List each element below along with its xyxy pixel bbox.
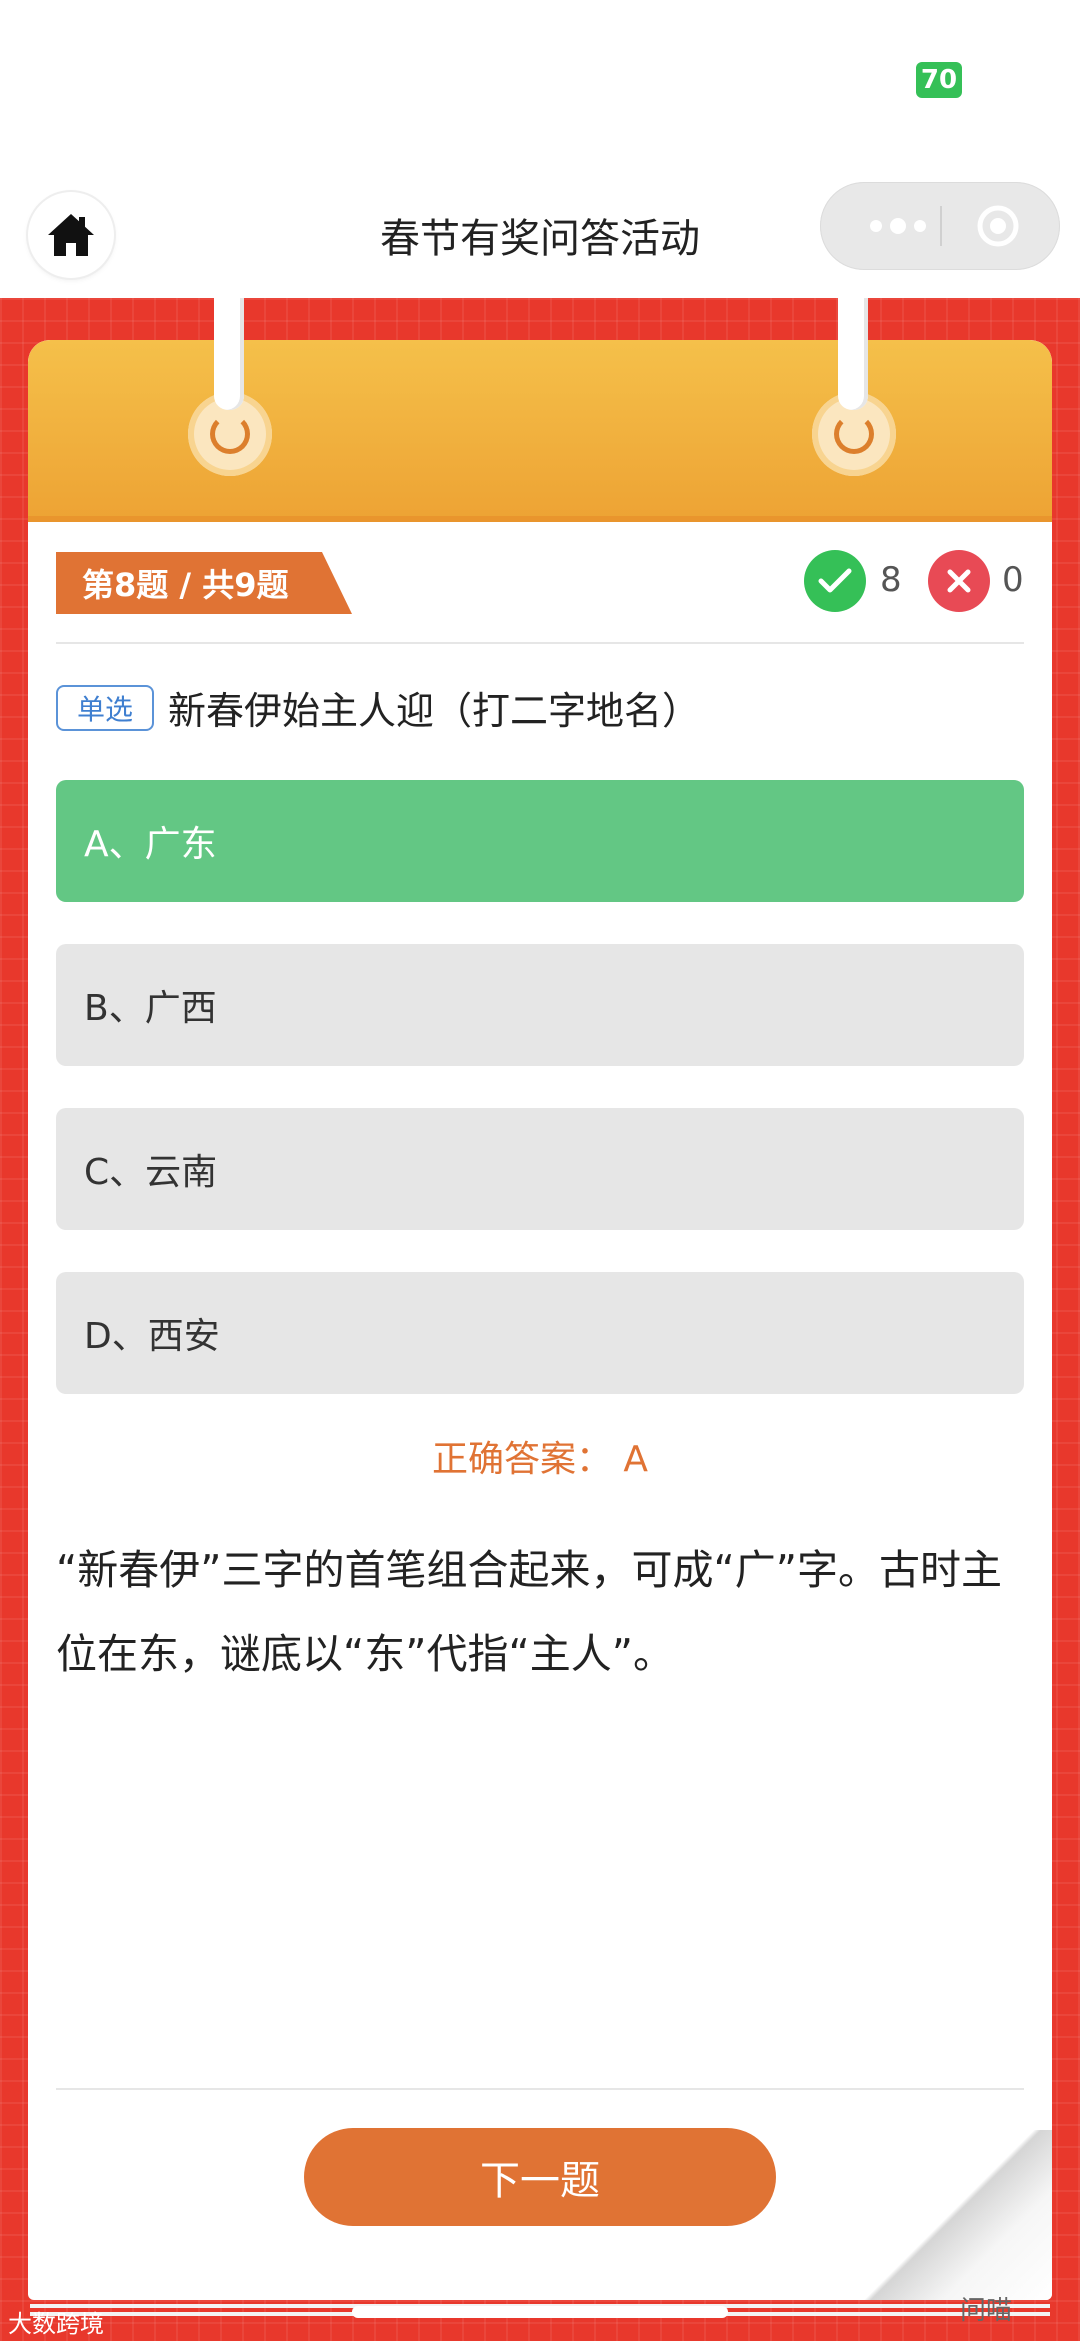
question-progress-label: 第8题 / 共9题 bbox=[82, 566, 289, 604]
header-divider bbox=[56, 642, 1024, 644]
capsule-divider bbox=[940, 206, 942, 246]
option-label: C、云南 bbox=[84, 1152, 218, 1193]
option-c[interactable]: C、云南 bbox=[56, 1108, 1024, 1230]
option-label: D、西安 bbox=[84, 1316, 220, 1357]
page-curl-decoration bbox=[860, 2130, 1052, 2300]
watermark-left: 大数跨境 bbox=[8, 2310, 104, 2338]
correct-count: 8 bbox=[880, 560, 902, 600]
option-d[interactable]: D、西安 bbox=[56, 1272, 1024, 1394]
correct-answer: 正确答案： A bbox=[431, 1439, 649, 1480]
binder-strap-left bbox=[214, 298, 244, 410]
home-indicator[interactable] bbox=[352, 2306, 728, 2318]
option-label: B、广西 bbox=[84, 988, 217, 1029]
question-text: 新春伊始主人迎（打二字地名） bbox=[168, 689, 701, 733]
correct-count-badge bbox=[804, 550, 866, 612]
next-question-button[interactable]: 下一题 bbox=[304, 2128, 776, 2226]
close-icon bbox=[947, 569, 971, 593]
check-icon bbox=[818, 568, 852, 593]
option-label: A、广东 bbox=[84, 824, 217, 865]
card-header bbox=[28, 340, 1052, 520]
question-type-badge: 单选 bbox=[56, 685, 154, 731]
option-a[interactable]: A、广东 bbox=[56, 780, 1024, 902]
status-bar: 70 bbox=[0, 0, 1080, 160]
watermark-right: 问喵 bbox=[960, 2296, 1013, 2326]
answer-explanation: “新春伊”三字的首笔组合起来，可成“广”字。古时主位在东，谜底以“东”代指“主人… bbox=[56, 1546, 1002, 1678]
wrong-count: 0 bbox=[1002, 560, 1024, 600]
wrong-count-badge bbox=[928, 550, 990, 612]
more-dots-icon[interactable] bbox=[858, 212, 938, 240]
footer-divider bbox=[56, 2088, 1024, 2090]
binder-strap-right bbox=[838, 298, 868, 410]
mini-program-capsule bbox=[820, 182, 1060, 270]
option-b[interactable]: B、广西 bbox=[56, 944, 1024, 1066]
battery-indicator: 70 bbox=[916, 62, 962, 98]
card-header-edge bbox=[28, 516, 1052, 522]
target-circle-icon[interactable] bbox=[976, 204, 1020, 248]
question-progress-tag: 第8题 / 共9题 bbox=[56, 552, 352, 614]
nav-bar: 春节有奖问答活动 bbox=[0, 160, 1080, 298]
